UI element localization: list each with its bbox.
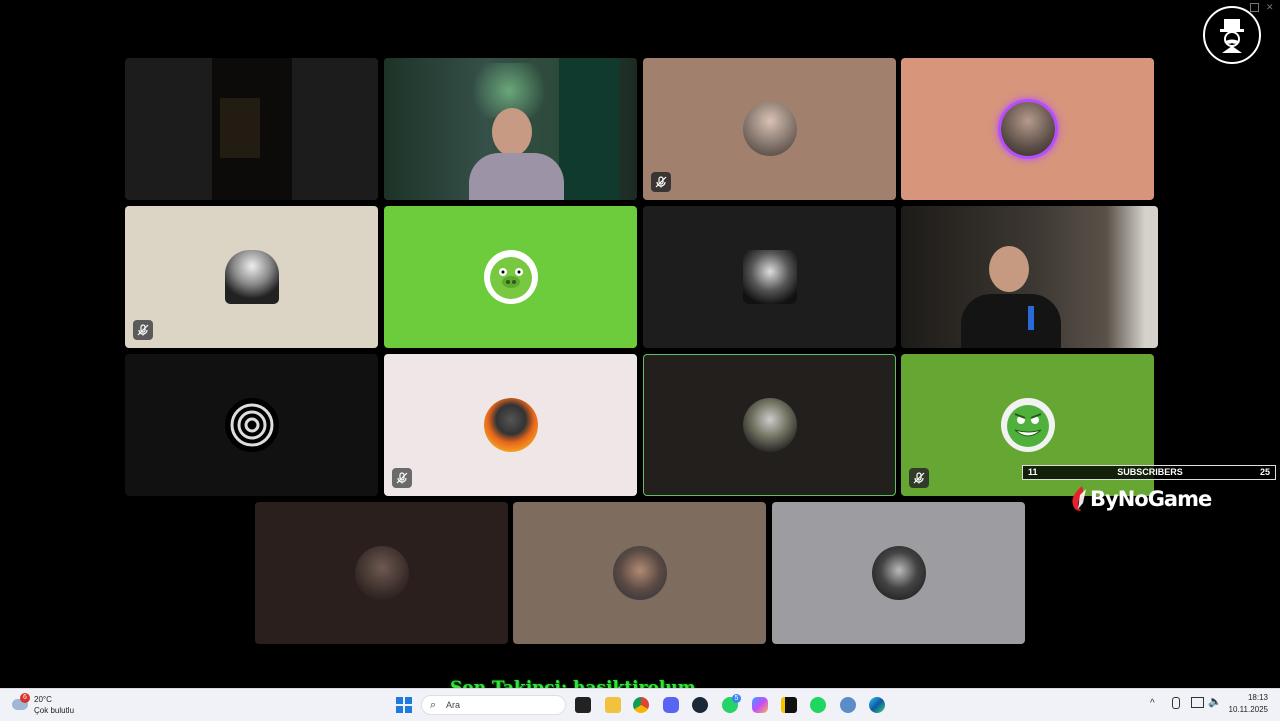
chevron-up-icon[interactable]: ^	[1150, 698, 1155, 709]
participant-tile[interactable]	[772, 502, 1025, 644]
participant-avatar	[1000, 102, 1055, 156]
restore-icon[interactable]	[1250, 3, 1259, 12]
brand-flame-icon	[1072, 486, 1086, 511]
video-tile[interactable]	[125, 58, 378, 200]
participant-avatar	[742, 398, 797, 452]
volume-icon[interactable]: 🔈	[1208, 695, 1222, 708]
weather-desc: Çok bulutlu	[34, 706, 75, 715]
weather-widget[interactable]: 6 20°C Çok bulutlu	[12, 693, 92, 717]
participant-avatar	[224, 250, 279, 304]
file-explorer-icon[interactable]	[605, 697, 621, 713]
call-stage: ✕ 11 SUBSCRIBERS 25 ByNoGame	[0, 0, 1280, 698]
subscriber-goal-bar: 11 SUBSCRIBERS 25	[1022, 465, 1276, 480]
clock-date[interactable]: 10.11.2025	[1224, 705, 1268, 714]
taskbar: 6 20°C Çok bulutlu ⌕ Ara 5 ^ 🔈 18:13 10.…	[0, 688, 1280, 721]
network-icon[interactable]	[1191, 697, 1204, 708]
task-view-icon[interactable]	[575, 697, 591, 713]
close-window-icon[interactable]: ✕	[1266, 3, 1275, 12]
brand-name: ByNoGame	[1090, 487, 1212, 511]
spotify-icon[interactable]	[810, 697, 826, 713]
chrome-icon[interactable]	[633, 697, 649, 713]
discord-icon[interactable]	[663, 697, 679, 713]
participant-tile[interactable]	[125, 206, 378, 348]
participant-avatar	[871, 546, 926, 600]
participant-avatar	[483, 398, 538, 452]
sticky-notes-icon[interactable]	[781, 697, 797, 713]
search-box[interactable]: ⌕ Ara	[421, 695, 566, 715]
participant-avatar	[224, 398, 279, 452]
participant-avatar	[742, 250, 797, 304]
search-icon: ⌕	[430, 699, 437, 711]
participant-avatar	[1000, 398, 1055, 452]
participant-tile[interactable]	[643, 206, 896, 348]
microphone-icon[interactable]	[1172, 697, 1180, 709]
subscriber-label: SUBSCRIBERS	[1117, 467, 1183, 477]
participant-avatar	[742, 102, 797, 156]
search-placeholder: Ara	[446, 700, 461, 710]
mic-muted-icon	[392, 468, 412, 488]
participant-tile[interactable]	[643, 58, 896, 200]
subscriber-goal: 25	[1259, 467, 1270, 477]
edge-icon[interactable]	[869, 697, 885, 713]
steam-icon[interactable]	[692, 697, 708, 713]
participant-avatar	[354, 546, 409, 600]
participant-tile[interactable]	[384, 354, 637, 496]
mic-muted-icon	[909, 468, 929, 488]
settings-icon[interactable]	[840, 697, 856, 713]
brand-logo: ByNoGame	[1068, 484, 1212, 514]
mic-muted-icon	[133, 320, 153, 340]
participant-tile[interactable]	[255, 502, 508, 644]
mic-muted-icon	[651, 172, 671, 192]
participant-tile[interactable]	[513, 502, 766, 644]
participant-avatar	[483, 250, 538, 304]
video-tile[interactable]	[901, 206, 1158, 348]
participant-tile[interactable]	[125, 354, 378, 496]
participant-tile[interactable]	[643, 354, 896, 496]
clock-time[interactable]: 18:13	[1224, 693, 1268, 702]
video-tile[interactable]	[384, 58, 637, 200]
weather-badge: 6	[20, 693, 30, 703]
start-button[interactable]	[396, 697, 412, 713]
participant-tile[interactable]	[384, 206, 637, 348]
participant-avatar	[612, 546, 667, 600]
channel-logo-icon	[1203, 6, 1261, 64]
notification-badge: 5	[732, 694, 741, 703]
participant-tile[interactable]	[901, 58, 1154, 200]
copilot-icon[interactable]	[752, 697, 768, 713]
weather-temp: 20°C	[34, 695, 52, 704]
